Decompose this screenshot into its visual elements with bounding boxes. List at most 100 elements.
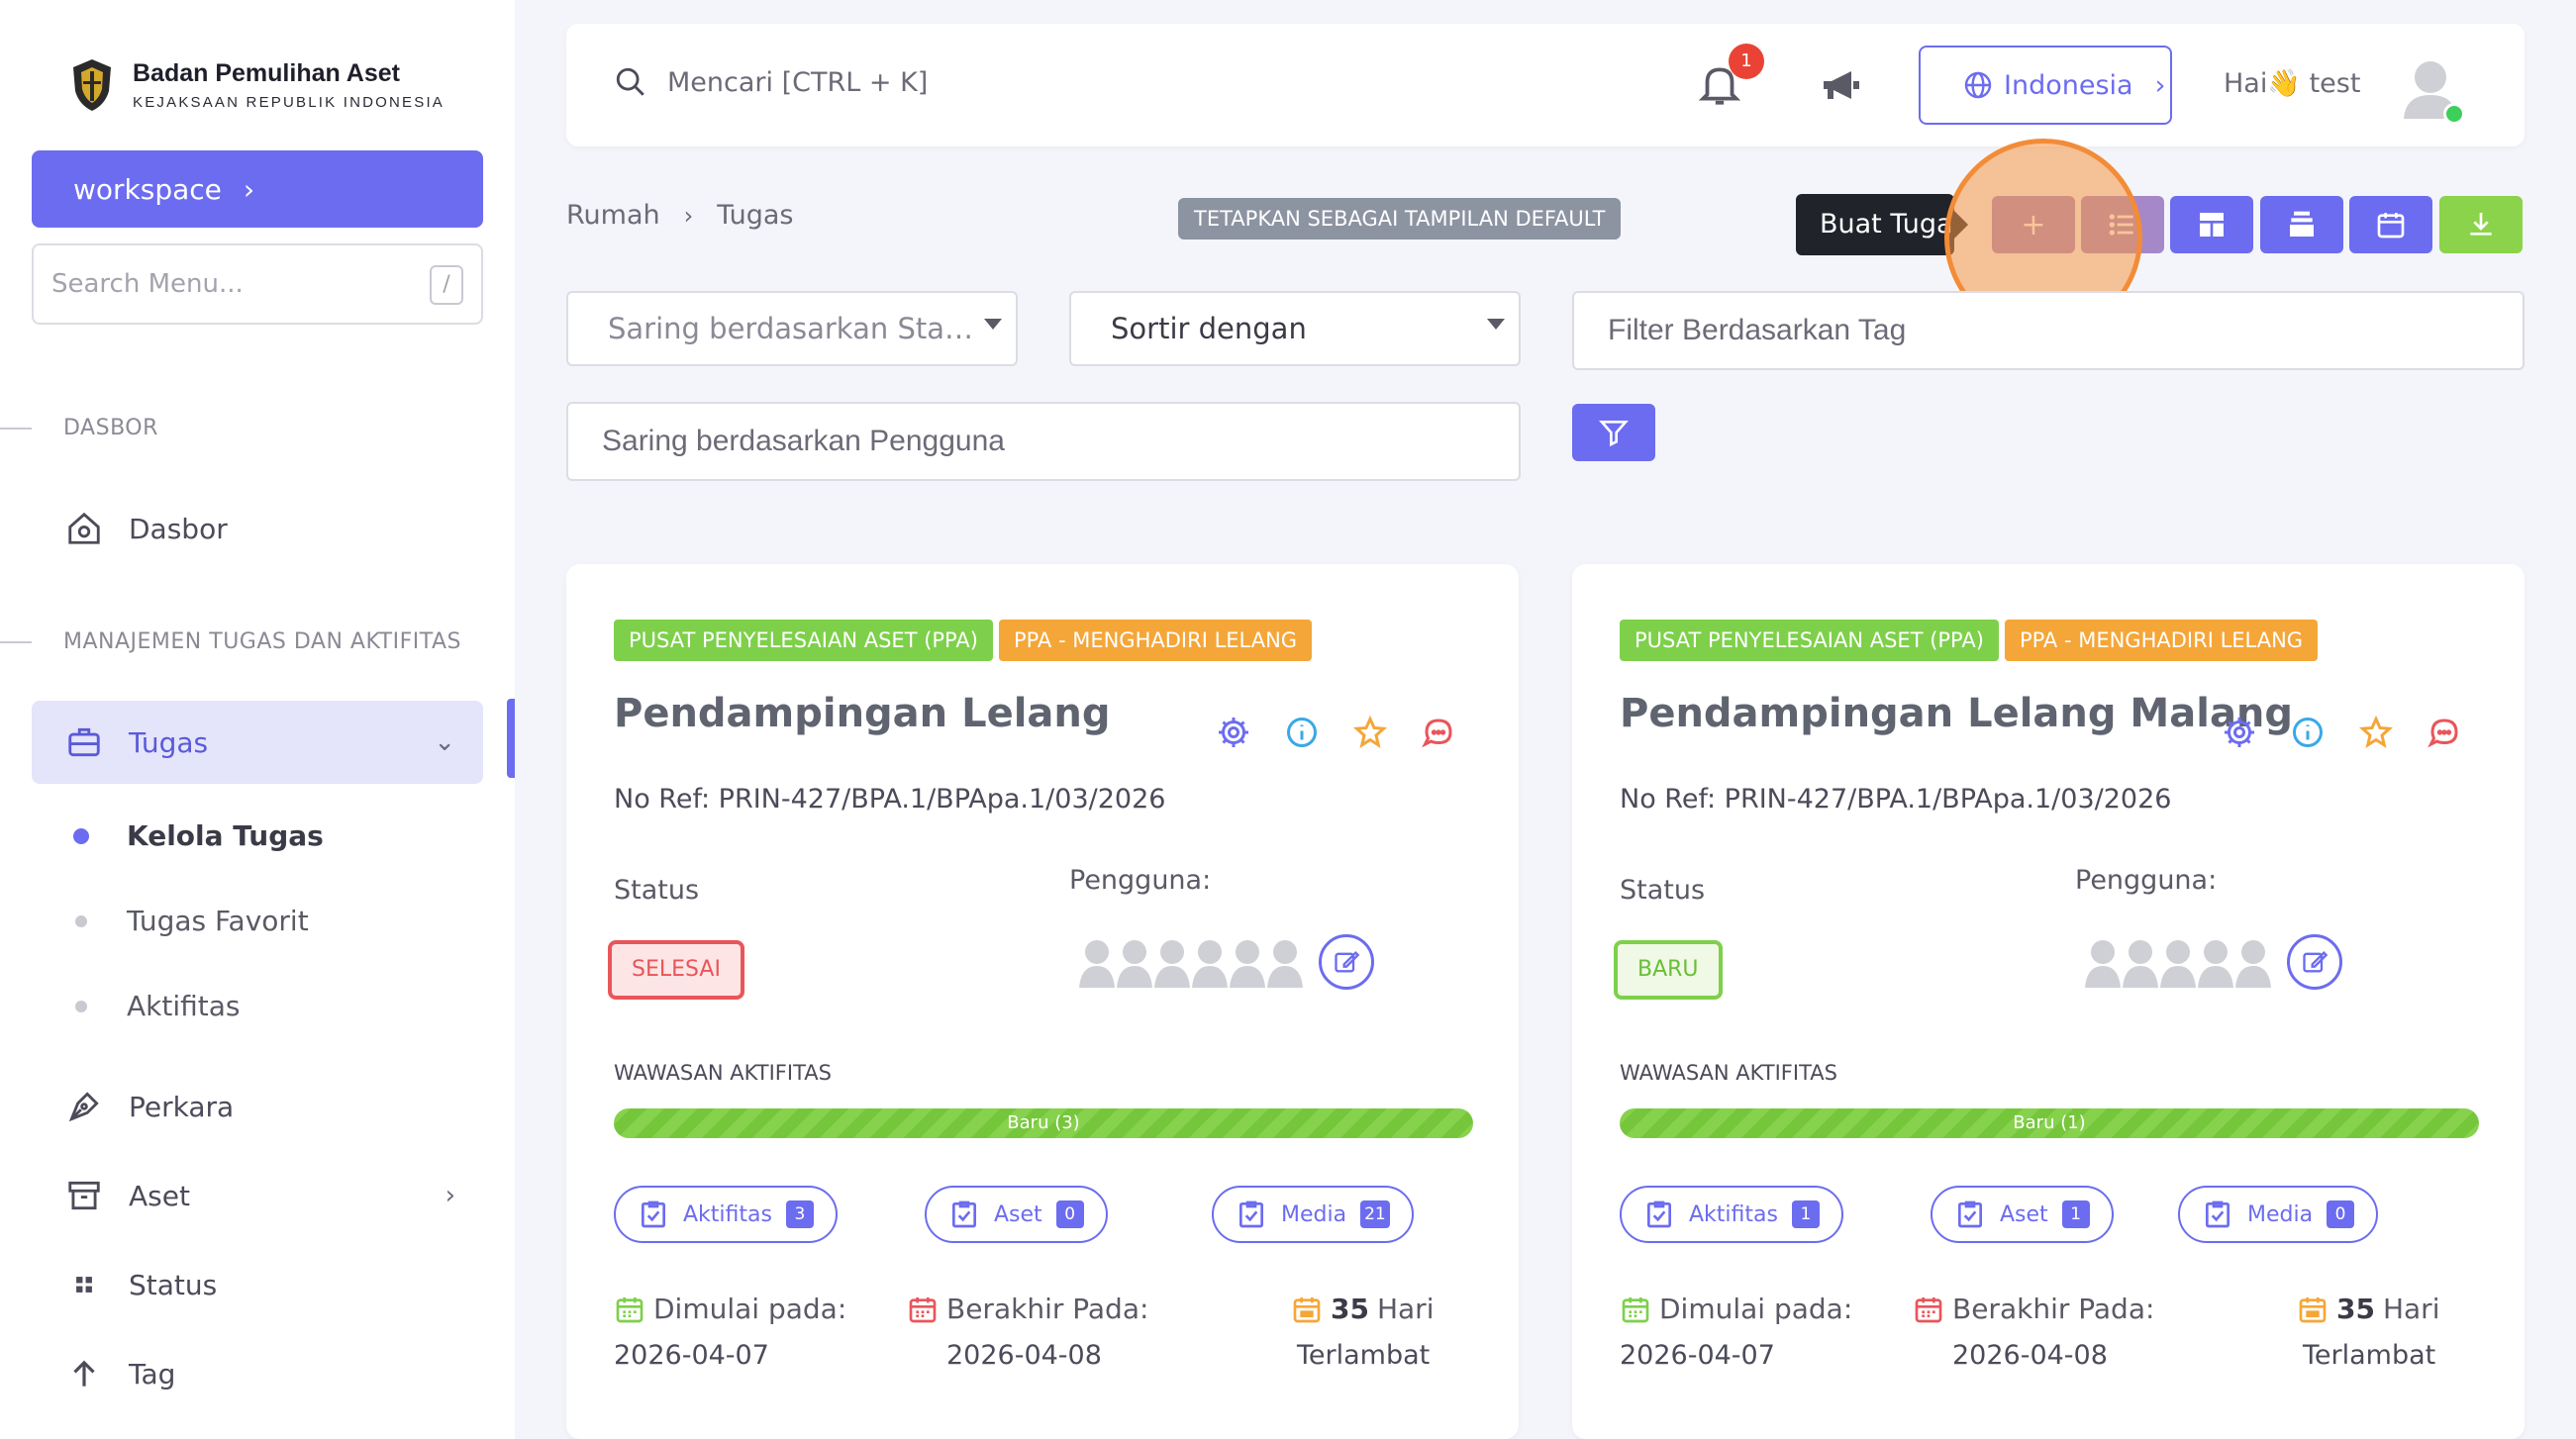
stack-icon bbox=[2290, 211, 2314, 237]
chevron-right-icon: › bbox=[683, 201, 694, 230]
star-icon[interactable] bbox=[2358, 715, 2394, 750]
end-date-label: Berakhir Pada: bbox=[907, 1293, 1148, 1325]
end-date-text: Berakhir Pada: bbox=[946, 1293, 1149, 1325]
workspace-label: workspace bbox=[73, 172, 222, 206]
sort-select[interactable]: Sortir dengan bbox=[1069, 291, 1521, 366]
task-card[interactable]: PUSAT PENYELESAIAN ASET (PPA) PPA - MENG… bbox=[566, 564, 1519, 1439]
media-count: 0 bbox=[2327, 1200, 2355, 1228]
start-date-value: 2026-04-07 bbox=[1620, 1340, 1775, 1371]
activities-button[interactable]: Aktifitas 1 bbox=[1620, 1186, 1843, 1243]
caret-down-icon bbox=[1487, 319, 1505, 330]
info-icon[interactable] bbox=[2290, 715, 2326, 750]
language-button[interactable]: Indonesia › bbox=[1919, 46, 2172, 125]
layout-view-button[interactable] bbox=[2170, 196, 2253, 253]
logo-icon bbox=[73, 59, 111, 111]
set-default-view-button[interactable]: TETAPKAN SEBAGAI TAMPILAN DEFAULT bbox=[1178, 198, 1622, 240]
breadcrumb-home[interactable]: Rumah bbox=[566, 200, 660, 231]
active-indicator bbox=[507, 699, 515, 778]
tag-badge[interactable]: PPA - MENGHADIRI LELANG bbox=[2004, 620, 2319, 661]
sidebar-item-label: Tag bbox=[129, 1357, 176, 1391]
gear-icon[interactable] bbox=[1216, 715, 1251, 750]
media-button[interactable]: Media 0 bbox=[2178, 1186, 2379, 1243]
sidebar-item-aset[interactable]: Aset › bbox=[32, 1154, 483, 1237]
section-tasks-label: MANAJEMEN TUGAS DAN AKTIFITAS bbox=[63, 629, 461, 654]
apply-filter-button[interactable] bbox=[1572, 404, 1655, 461]
info-icon[interactable] bbox=[1284, 715, 1320, 750]
sidebar-item-label: Perkara bbox=[129, 1090, 235, 1123]
clipboard-check-icon bbox=[1239, 1200, 1263, 1228]
tag-badge[interactable]: PPA - MENGHADIRI LELANG bbox=[998, 620, 1313, 661]
gear-icon[interactable] bbox=[2222, 715, 2257, 750]
users-label: Pengguna: bbox=[2075, 865, 2218, 896]
tag-badge[interactable]: PUSAT PENYELESAIAN ASET (PPA) bbox=[1620, 620, 1999, 661]
user-avatars bbox=[2083, 934, 2342, 990]
search-menu-placeholder: Search Menu... bbox=[51, 269, 244, 299]
search-menu-input[interactable]: Search Menu... / bbox=[32, 243, 483, 325]
task-card[interactable]: PUSAT PENYELESAIAN ASET (PPA) PPA - MENG… bbox=[1572, 564, 2525, 1439]
pen-nib-icon bbox=[68, 1092, 99, 1122]
task-title[interactable]: Pendampingan Lelang Malang bbox=[1620, 691, 2293, 736]
status-filter-select[interactable]: Saring berdasarkan Sta… bbox=[566, 291, 1018, 366]
home-icon bbox=[68, 512, 100, 544]
sidebar-item-tag[interactable]: Tag bbox=[32, 1332, 483, 1415]
comment-icon[interactable] bbox=[1421, 715, 1456, 750]
user-avatar-icon bbox=[1192, 940, 1228, 988]
calendar-red-icon bbox=[1915, 1296, 1942, 1322]
download-button[interactable] bbox=[2439, 196, 2523, 253]
activities-button[interactable]: Aktifitas 3 bbox=[614, 1186, 838, 1243]
start-date-label: Dimulai pada: bbox=[614, 1293, 846, 1325]
globe-icon bbox=[1964, 71, 1992, 99]
sidebar-item-perkara[interactable]: Perkara bbox=[32, 1065, 483, 1148]
clipboard-check-icon bbox=[1958, 1200, 1982, 1228]
archive-icon bbox=[68, 1181, 100, 1210]
status-label: Status bbox=[614, 875, 700, 906]
end-date-value: 2026-04-08 bbox=[946, 1340, 1102, 1371]
global-search-input[interactable]: Mencari [CTRL + K] bbox=[614, 65, 928, 99]
online-status-dot bbox=[2443, 103, 2465, 125]
task-title[interactable]: Pendampingan Lelang bbox=[614, 691, 1111, 736]
assets-button[interactable]: Aset 1 bbox=[1931, 1186, 2114, 1243]
tag-badge[interactable]: PUSAT PENYELESAIAN ASET (PPA) bbox=[614, 620, 993, 661]
edit-users-button[interactable] bbox=[1319, 934, 1374, 990]
megaphone-icon[interactable] bbox=[1818, 61, 1865, 109]
sidebar-subitem-kelola-tugas[interactable]: Kelola Tugas bbox=[73, 819, 324, 852]
late-label: Terlambat bbox=[2303, 1340, 2436, 1371]
sidebar-subitem-tugas-favorit[interactable]: Tugas Favorit bbox=[75, 905, 309, 937]
sidebar-item-tugas[interactable]: Tugas ⌄ bbox=[32, 701, 483, 784]
late-days: 35 Hari bbox=[1291, 1293, 1434, 1325]
sidebar-item-label: Aset bbox=[129, 1179, 190, 1212]
sidebar-item-dasbor[interactable]: Dasbor bbox=[32, 487, 483, 570]
sidebar-subitem-aktifitas[interactable]: Aktifitas bbox=[75, 990, 241, 1022]
arrow-up-icon bbox=[73, 1360, 95, 1387]
assets-label: Aset bbox=[994, 1201, 1042, 1227]
section-divider bbox=[0, 641, 32, 643]
breadcrumb: Rumah › Tugas bbox=[566, 200, 794, 231]
calendar-red-icon bbox=[909, 1296, 937, 1322]
assets-count: 0 bbox=[1055, 1200, 1084, 1228]
brand[interactable]: Badan Pemulihan Aset KEJAKSAAN REPUBLIK … bbox=[69, 57, 445, 113]
calendar-view-button[interactable] bbox=[2349, 196, 2432, 253]
tag-filter-input[interactable]: Filter Berdasarkan Tag bbox=[1572, 291, 2525, 370]
assets-button[interactable]: Aset 0 bbox=[925, 1186, 1108, 1243]
kanban-view-button[interactable] bbox=[2260, 196, 2343, 253]
sidebar-item-status[interactable]: Status bbox=[32, 1243, 483, 1326]
edit-icon bbox=[1335, 951, 1360, 973]
edit-users-button[interactable] bbox=[2287, 934, 2342, 990]
clipboard-check-icon bbox=[642, 1200, 665, 1228]
task-actions bbox=[1216, 715, 1489, 750]
tag-list: PUSAT PENYELESAIAN ASET (PPA) PPA - MENG… bbox=[614, 620, 1318, 661]
notification-badge: 1 bbox=[1729, 44, 1764, 79]
calendar-orange-icon bbox=[1293, 1296, 1321, 1322]
section-divider bbox=[0, 428, 32, 430]
workspace-button[interactable]: workspace › bbox=[32, 150, 483, 228]
star-icon[interactable] bbox=[1352, 715, 1388, 750]
user-filter-input[interactable]: Saring berdasarkan Pengguna bbox=[566, 402, 1521, 481]
calendar-green-icon bbox=[616, 1296, 644, 1322]
activities-count: 3 bbox=[785, 1200, 814, 1228]
bullet-icon bbox=[75, 1000, 87, 1012]
comment-icon[interactable] bbox=[2427, 715, 2462, 750]
status-badge: BARU bbox=[1614, 940, 1723, 1000]
sidebar-item-label: Tugas bbox=[129, 725, 209, 759]
users-label: Pengguna: bbox=[1069, 865, 1212, 896]
media-button[interactable]: Media 21 bbox=[1212, 1186, 1414, 1243]
